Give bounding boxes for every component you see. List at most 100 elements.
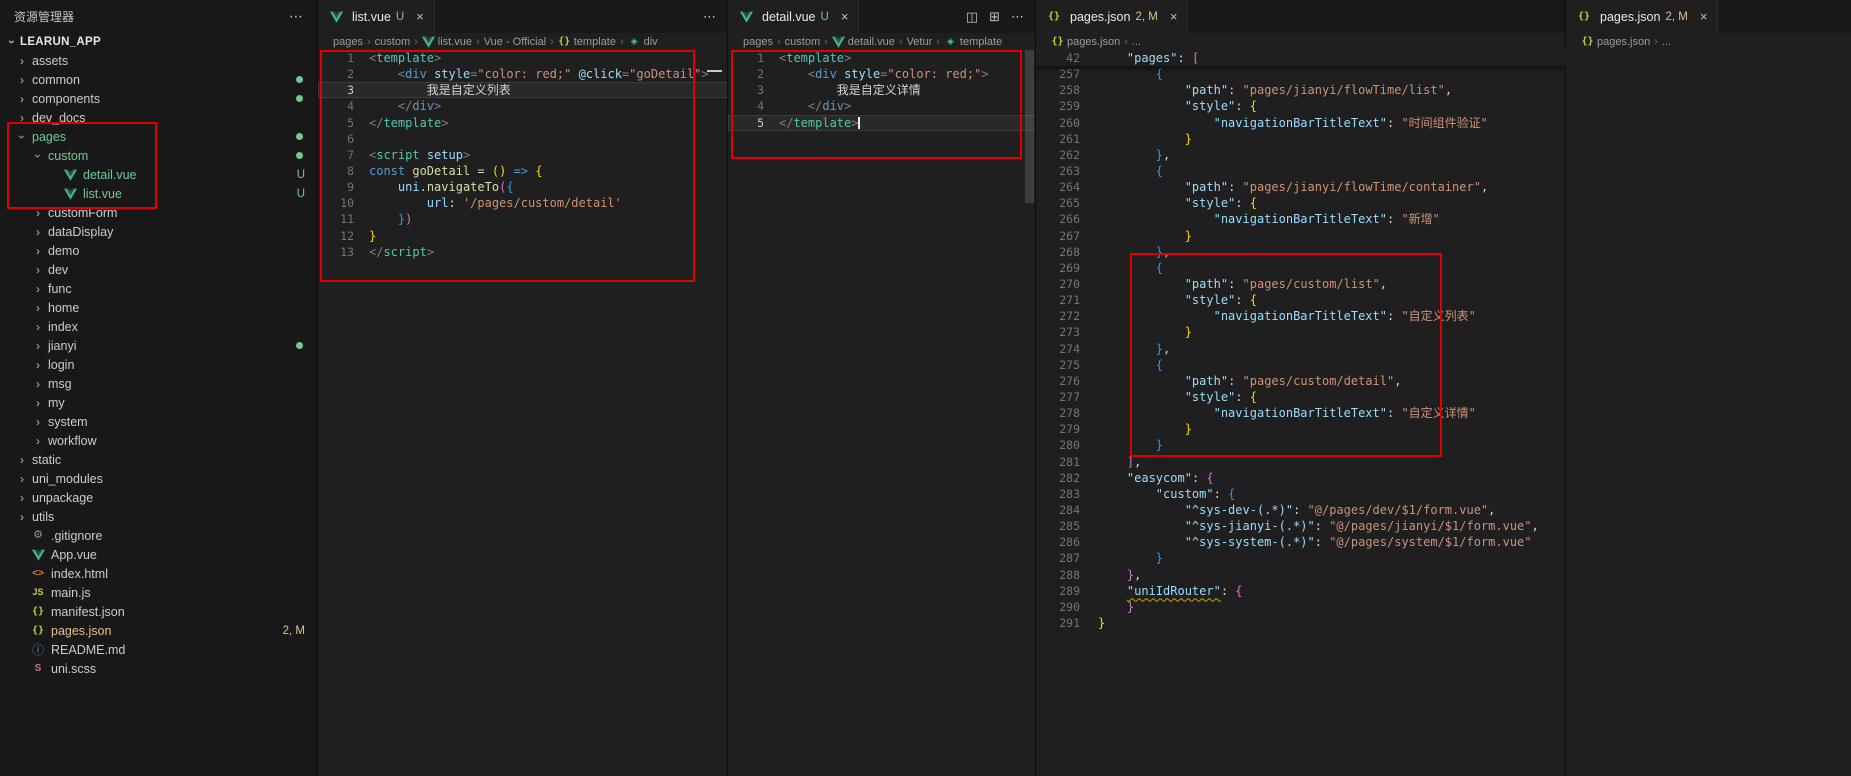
tree-item-components[interactable]: ›components	[0, 89, 317, 108]
tree-item-utils[interactable]: ›utils	[0, 507, 317, 526]
json-icon: {}	[30, 607, 46, 617]
close-icon[interactable]: ×	[1700, 9, 1708, 24]
line-number: 4	[728, 98, 764, 114]
code-editor[interactable]: 1<template>2 <div style="color: red;">3 …	[728, 50, 1036, 776]
line-number: 276	[1036, 373, 1080, 389]
tree-item-label: customForm	[48, 206, 117, 220]
tree-item-index[interactable]: ›index	[0, 317, 317, 336]
tree-item-README.md[interactable]: ⓘREADME.md	[0, 640, 317, 659]
close-icon[interactable]: ×	[1170, 9, 1178, 24]
line-content: {	[1098, 260, 1163, 276]
tree-item-pages.json[interactable]: {}pages.json2, M	[0, 621, 317, 640]
line-content: </div>	[779, 98, 851, 114]
scrollbar-thumb[interactable]	[1025, 50, 1034, 203]
breadcrumb-separator: ›	[367, 36, 371, 48]
json-icon: {}	[30, 626, 46, 636]
breadcrumb-item[interactable]: ...	[1662, 36, 1671, 48]
layout-actions-icon[interactable]: ⊞	[989, 9, 1000, 25]
tree-item-static[interactable]: ›static	[0, 450, 317, 469]
tree-item-pages[interactable]: ›pages	[0, 127, 317, 146]
breadcrumb-item[interactable]: {}pages.json	[1581, 36, 1650, 48]
project-root[interactable]: › LEARUN_APP	[0, 33, 317, 51]
breadcrumb-item[interactable]: detail.vue	[832, 36, 895, 48]
code-line: 284 "^sys-dev-(.*)": "@/pages/dev/$1/for…	[1036, 502, 1566, 518]
tree-item-uni.scss[interactable]: Suni.scss	[0, 659, 317, 678]
breadcrumb-item[interactable]: custom	[375, 36, 410, 48]
line-content: {	[1098, 357, 1163, 373]
line-content: "navigationBarTitleText": "自定义列表"	[1098, 308, 1476, 324]
tree-item-func[interactable]: ›func	[0, 279, 317, 298]
breadcrumb-item[interactable]: ◈template	[944, 36, 1002, 48]
line-number: 262	[1036, 147, 1080, 163]
more-actions-icon[interactable]: ⋯	[703, 9, 716, 25]
line-number: 268	[1036, 244, 1080, 260]
editor-group-list-vue: list.vueU×⋯pages›custom›list.vue›Vue - O…	[317, 0, 728, 776]
tree-item-msg[interactable]: ›msg	[0, 374, 317, 393]
tab-pages.json[interactable]: {}pages.json2, M×	[1036, 0, 1188, 33]
line-number: 290	[1036, 599, 1080, 615]
tree-item-workflow[interactable]: ›workflow	[0, 431, 317, 450]
tree-item-customForm[interactable]: ›customForm	[0, 203, 317, 222]
breadcrumb-label: list.vue	[438, 36, 472, 48]
tree-item-custom[interactable]: ›custom	[0, 146, 317, 165]
tree-item-.gitignore[interactable]: ⚙.gitignore	[0, 526, 317, 545]
breadcrumb-label: template	[960, 36, 1002, 48]
close-icon[interactable]: ×	[841, 9, 849, 24]
code-line: 288 },	[1036, 567, 1566, 583]
tree-item-list.vue[interactable]: list.vueU	[0, 184, 317, 203]
code-line: 42 "pages": [	[1036, 50, 1566, 66]
tree-item-demo[interactable]: ›demo	[0, 241, 317, 260]
tree-item-detail.vue[interactable]: detail.vue U	[0, 165, 317, 184]
tree-item-label: pages	[32, 130, 66, 144]
tree-item-assets[interactable]: ›assets	[0, 51, 317, 70]
tree-item-uni_modules[interactable]: ›uni_modules	[0, 469, 317, 488]
code-editor[interactable]: 1<template>2 <div style="color: red;" @c…	[318, 50, 728, 776]
tree-item-my[interactable]: ›my	[0, 393, 317, 412]
tree-item-login[interactable]: ›login	[0, 355, 317, 374]
explorer-more-actions-icon[interactable]: ⋯	[289, 8, 303, 25]
tree-item-jianyi[interactable]: ›jianyi	[0, 336, 317, 355]
line-content: }	[1098, 324, 1192, 340]
breadcrumb-item[interactable]: {}template	[558, 36, 616, 48]
code-line: 281 ],	[1036, 454, 1566, 470]
breadcrumb-item[interactable]: ◈div	[628, 36, 658, 48]
tree-item-common[interactable]: ›common	[0, 70, 317, 89]
tree-item-label: detail.vue	[83, 168, 137, 182]
code-editor[interactable]	[1566, 50, 1851, 776]
tab-detail.vue[interactable]: detail.vueU×	[728, 0, 859, 33]
breadcrumb-item[interactable]: pages	[333, 36, 363, 48]
tree-item-index.html[interactable]: <>index.html	[0, 564, 317, 583]
breadcrumb-item[interactable]: {}pages.json	[1051, 36, 1120, 48]
tree-item-system[interactable]: ›system	[0, 412, 317, 431]
tab-label: pages.json	[1070, 10, 1130, 24]
line-number: 283	[1036, 486, 1080, 502]
code-line: 5</template>	[318, 115, 728, 131]
close-icon[interactable]: ×	[416, 9, 424, 24]
line-number: 2	[728, 66, 764, 82]
line-content: "pages": [	[1098, 50, 1199, 66]
more-actions-icon[interactable]: ⋯	[1011, 9, 1024, 25]
breadcrumb-item[interactable]: ...	[1132, 36, 1141, 48]
chevron-right-icon: ›	[30, 283, 46, 295]
git-status-badge: U	[297, 169, 305, 181]
tree-item-manifest.json[interactable]: {}manifest.json	[0, 602, 317, 621]
breadcrumb-item[interactable]: Vue - Official	[484, 36, 546, 48]
tree-item-dev[interactable]: ›dev	[0, 260, 317, 279]
tree-item-label: index.html	[51, 567, 108, 581]
tree-item-dev_docs[interactable]: ›dev_docs	[0, 108, 317, 127]
tab-list.vue[interactable]: list.vueU×	[318, 0, 435, 33]
breadcrumb-item[interactable]: list.vue	[422, 36, 472, 48]
code-editor[interactable]: 42 "pages": [257 {258 "path": "pages/jia…	[1036, 50, 1566, 776]
tree-item-label: common	[32, 73, 80, 87]
breadcrumb-item[interactable]: custom	[785, 36, 820, 48]
tree-item-dataDisplay[interactable]: ›dataDisplay	[0, 222, 317, 241]
tab-pages.json[interactable]: {}pages.json2, M×	[1566, 0, 1718, 33]
tree-item-main.js[interactable]: JSmain.js	[0, 583, 317, 602]
breadcrumb-item[interactable]: Vetur	[907, 36, 933, 48]
line-content: }	[1098, 228, 1192, 244]
tree-item-App.vue[interactable]: App.vue	[0, 545, 317, 564]
tree-item-home[interactable]: ›home	[0, 298, 317, 317]
split-actions-icon[interactable]: ◫	[966, 9, 978, 25]
tree-item-unpackage[interactable]: ›unpackage	[0, 488, 317, 507]
breadcrumb-item[interactable]: pages	[743, 36, 773, 48]
